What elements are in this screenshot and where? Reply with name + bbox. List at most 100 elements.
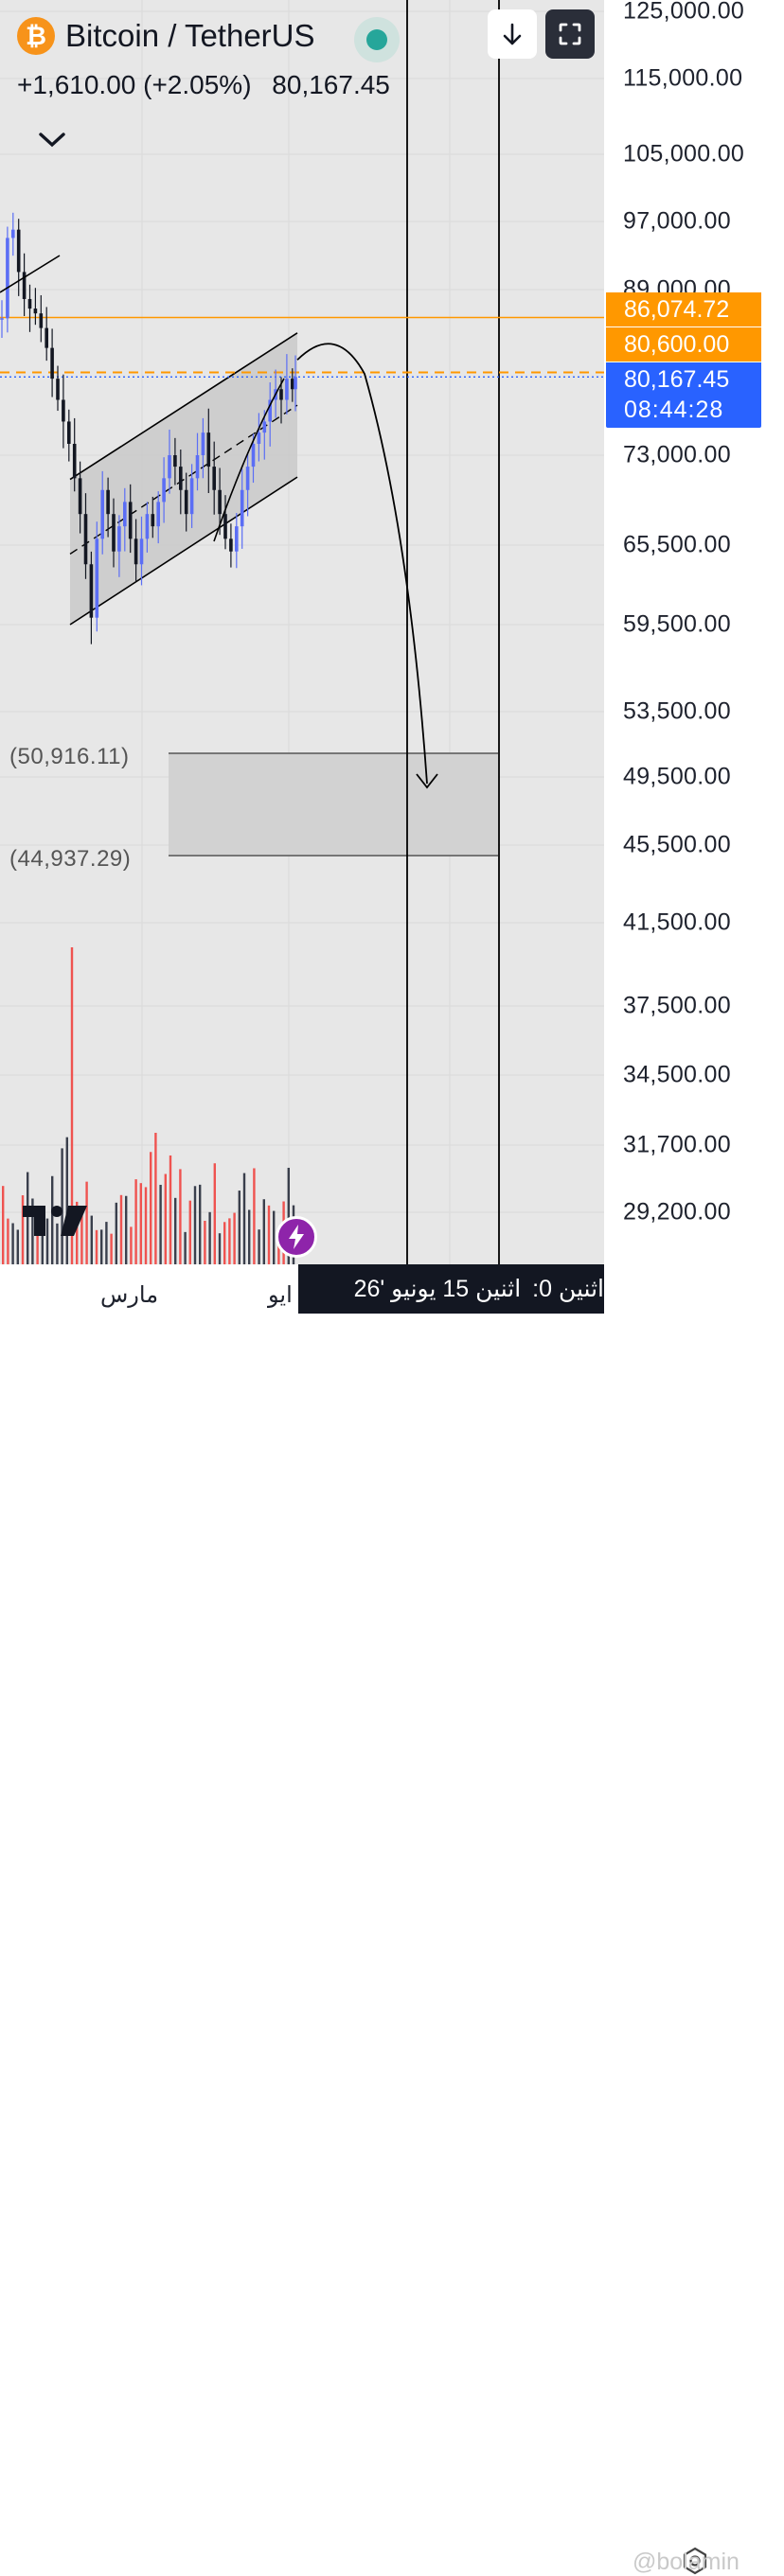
candle-body: [56, 379, 60, 400]
price-tick-label: 29,200.00: [623, 1198, 731, 1226]
candle-body: [262, 421, 267, 433]
tradingview-logo-icon[interactable]: [21, 1200, 93, 1240]
volume-bar: [253, 1168, 256, 1264]
candle-body: [229, 538, 233, 552]
volume-bar: [228, 1218, 231, 1264]
time-axis[interactable]: مارس ايو اثنين 0: اثنين 15 يونيو '26 @bol…: [0, 1264, 784, 2575]
time-label-may: ايو: [268, 1282, 293, 1308]
candle-body: [162, 478, 166, 503]
volume-bar: [179, 1169, 182, 1264]
volume-bar: [184, 1231, 187, 1264]
volume-bar: [213, 1163, 216, 1264]
candle-body: [62, 399, 65, 422]
candle-body: [95, 538, 99, 618]
candle-body: [39, 313, 44, 328]
volume-bar: [267, 1205, 271, 1264]
candle-body: [33, 309, 38, 314]
volume-bar: [144, 1187, 148, 1264]
crosshair-date-a: اثنين 0:: [532, 1276, 604, 1302]
candle-body: [128, 502, 133, 539]
candle-body: [67, 421, 71, 444]
candle-body: [235, 526, 239, 552]
volume-bar: [110, 1233, 113, 1264]
volume-bar: [204, 1220, 206, 1264]
crosshair-time-label: اثنين 0: اثنين 15 يونيو '26: [298, 1264, 604, 1314]
candle-body: [291, 379, 294, 390]
price-tick-label: 31,700.00: [623, 1131, 731, 1158]
price-tick-label: 34,500.00: [623, 1061, 731, 1088]
volume-bar: [193, 1186, 197, 1264]
volume-bar: [139, 1183, 142, 1264]
symbol-title[interactable]: Bitcoin / TetherUS: [65, 18, 315, 54]
volume-bar: [164, 1173, 167, 1264]
candle-body: [134, 538, 138, 565]
candle-body: [201, 432, 205, 455]
volume-bar: [115, 1202, 117, 1264]
volume-bar: [130, 1226, 133, 1264]
candle-body: [184, 489, 188, 515]
candle-body: [106, 489, 110, 515]
target-zone: [169, 752, 498, 856]
candle-body: [123, 502, 127, 527]
volume-bar: [125, 1195, 128, 1264]
market-status-indicator[interactable]: [354, 17, 400, 62]
candle-body: [89, 564, 94, 618]
candle-body: [206, 432, 211, 468]
candle-body: [279, 389, 283, 400]
volume-bar: [208, 1211, 211, 1264]
candle-body: [285, 379, 289, 400]
market-open-dot-icon: [366, 29, 387, 50]
candle-body: [223, 514, 227, 539]
chart-area[interactable]: ₿ Bitcoin / TetherUS +1,610.00 (+2.05%) …: [0, 0, 604, 1264]
bitcoin-logo-icon: ₿: [17, 17, 55, 55]
zone-top-label: (50,916.11): [9, 744, 130, 769]
price-tag-lower: 80,600.00: [606, 327, 761, 362]
volume-bar: [223, 1222, 226, 1264]
candle-body: [189, 478, 194, 515]
candle-body: [294, 377, 297, 390]
volume-bar: [7, 1218, 9, 1264]
volume-bar: [199, 1184, 202, 1264]
volume-bar: [218, 1233, 222, 1264]
volume-bar: [16, 1229, 19, 1264]
candle-body: [100, 489, 104, 539]
candle-body: [112, 514, 116, 552]
price-tick-label: 37,500.00: [623, 992, 731, 1019]
candle-body: [11, 229, 15, 238]
fullscreen-button[interactable]: [545, 9, 595, 59]
candle-body: [168, 455, 171, 479]
volume-bar: [242, 1173, 246, 1264]
price-tick-label: 59,500.00: [623, 610, 731, 638]
price-tick-label: 73,000.00: [623, 441, 731, 468]
volume-bar: [2, 1186, 5, 1264]
candle-body: [145, 514, 150, 539]
volume-bar: [134, 1179, 137, 1264]
fullscreen-icon: [559, 23, 581, 45]
volume-bar: [100, 1229, 103, 1264]
candle-body: [72, 443, 77, 479]
volume-bar: [154, 1133, 157, 1264]
volume-bar: [258, 1229, 260, 1264]
price-tick-label: 97,000.00: [623, 207, 731, 235]
price-tick-label: 125,000.00: [623, 0, 745, 25]
time-label-march: مارس: [100, 1282, 159, 1308]
chevron-down-icon[interactable]: [32, 123, 72, 157]
candle-body: [139, 538, 144, 565]
volume-bar: [233, 1212, 236, 1264]
candle-body: [218, 489, 222, 515]
price-axis[interactable]: 125,000.00 115,000.00 105,000.00 97,000.00 8…: [604, 0, 784, 1264]
price-chart[interactable]: [0, 0, 604, 1264]
volume-bar: [159, 1184, 162, 1264]
flash-button[interactable]: [276, 1216, 317, 1258]
price-tick-label: 65,500.00: [623, 531, 731, 558]
candle-body: [257, 432, 261, 444]
volume-bar: [174, 1197, 177, 1264]
last-price-value: 80,167.45: [624, 366, 730, 393]
watermark: @bolamin: [633, 2549, 739, 2575]
price-change: +1,610.00 (+2.05%): [17, 70, 252, 99]
scroll-to-realtime-button[interactable]: [488, 9, 537, 59]
price-change-line: +1,610.00 (+2.05%) 80,167.45: [17, 70, 390, 100]
candle-body: [173, 455, 177, 468]
candle-body: [45, 327, 48, 348]
candle-body: [212, 467, 216, 490]
